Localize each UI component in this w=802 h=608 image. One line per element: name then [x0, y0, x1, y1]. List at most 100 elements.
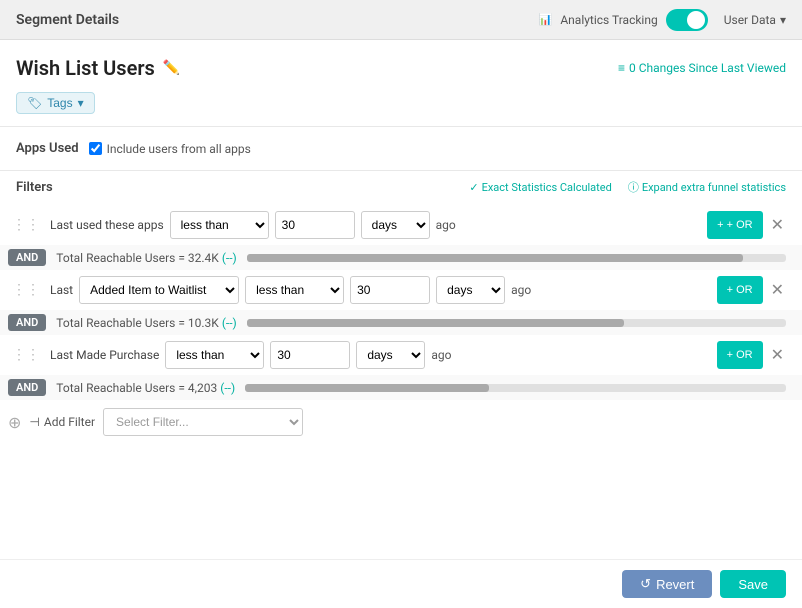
filter-2-condition-select[interactable]: less than greater than exactly — [245, 276, 344, 304]
tags-button[interactable]: 🏷 Tags ▾ — [16, 92, 95, 114]
tags-chevron-icon: ▾ — [78, 96, 84, 110]
progress-bar-3 — [245, 384, 488, 392]
title-left: Wish List Users ✏️ — [16, 56, 180, 80]
filter-3-unit-select[interactable]: days hours weeks — [356, 341, 425, 369]
filter-2-label: Last — [50, 283, 73, 297]
filter-1-unit-select[interactable]: days hours weeks — [361, 211, 430, 239]
toggle-knob — [687, 11, 705, 29]
filter-2-value-input[interactable] — [350, 276, 430, 304]
changes-text: 0 Changes Since Last Viewed — [629, 61, 786, 75]
and-badge-2: AND — [8, 314, 46, 331]
reachable-1-text: Total Reachable Users = 32.4K (--) — [56, 251, 236, 265]
filter-3-suffix: ago — [431, 348, 451, 362]
check-icon: ✓ — [469, 181, 478, 194]
revert-label: Revert — [656, 577, 694, 592]
filter-2-or-button[interactable]: + OR — [717, 276, 763, 304]
reachable-1-link[interactable]: (--) — [222, 251, 237, 265]
reachable-2-link[interactable]: (--) — [222, 316, 237, 330]
and-badge-1: AND — [8, 249, 46, 266]
changes-icon: ≡ — [618, 61, 625, 75]
filter-3-or-button[interactable]: + OR — [717, 341, 763, 369]
analytics-label: Analytics Tracking — [560, 13, 657, 27]
tag-icon: 🏷 — [27, 96, 42, 110]
apps-used-label: Apps Used — [16, 141, 79, 156]
toggle-label: ON — [671, 13, 686, 26]
segment-details-title: Segment Details — [16, 12, 119, 28]
progress-bar-2 — [247, 319, 624, 327]
exact-stats-text: Exact Statistics Calculated — [482, 181, 612, 194]
reachable-2-text: Total Reachable Users = 10.3K (--) — [56, 316, 236, 330]
drag-handle-2[interactable]: ⋮⋮ — [8, 282, 44, 298]
filter-3-value-input[interactable] — [270, 341, 350, 369]
funnel-icon: ⊣ — [29, 415, 39, 429]
info-icon: ⓘ — [628, 179, 639, 195]
or-label-3: OR — [736, 349, 753, 361]
add-filter-row: ⊕ ⊣ Add Filter Select Filter... — [0, 400, 802, 444]
and-row-3: AND Total Reachable Users = 4,203 (--) — [0, 375, 802, 400]
filter-1-label: Last used these apps — [50, 218, 164, 232]
reachable-3-text: Total Reachable Users = 4,203 (--) — [56, 381, 235, 395]
and-badge-3: AND — [8, 379, 46, 396]
save-label: Save — [738, 577, 768, 592]
title-row: Wish List Users ✏️ ≡ 0 Changes Since Las… — [0, 40, 802, 88]
drag-handle-1[interactable]: ⋮⋮ — [8, 217, 44, 233]
filter-1-remove-button[interactable]: ✕ — [769, 215, 786, 235]
progress-bar-1 — [247, 254, 743, 262]
user-data-button[interactable]: User Data ▾ — [724, 13, 786, 27]
analytics-toggle[interactable]: ON — [666, 9, 708, 31]
bottom-bar: ↺ Revert Save — [0, 559, 802, 608]
filter-2-suffix: ago — [511, 283, 531, 297]
save-button[interactable]: Save — [720, 570, 786, 598]
add-filter-text: Add Filter — [44, 415, 95, 429]
and-row-1: AND Total Reachable Users = 32.4K (--) — [0, 245, 802, 270]
filter-2-unit-select[interactable]: days hours weeks — [436, 276, 505, 304]
filters-header: Filters ✓ Exact Statistics Calculated ⓘ … — [0, 171, 802, 205]
reachable-3-link[interactable]: (--) — [220, 381, 235, 395]
edit-icon[interactable]: ✏️ — [163, 60, 180, 76]
plus-icon: + — [717, 219, 723, 231]
filter-1-or-button[interactable]: + + OR — [707, 211, 762, 239]
drag-handle-3[interactable]: ⋮⋮ — [8, 347, 44, 363]
add-filter-select[interactable]: Select Filter... — [103, 408, 303, 436]
filter-2-event-select[interactable]: Added Item to Waitlist Made Purchase Vie… — [79, 276, 239, 304]
filter-3-label: Last Made Purchase — [50, 348, 159, 362]
filter-row-3: ⋮⋮ Last Made Purchase less than greater … — [0, 335, 802, 375]
plus-icon-2: + — [727, 284, 733, 296]
add-filter-label: ⊣ Add Filter — [29, 415, 95, 429]
include-all-apps-checkbox[interactable] — [89, 142, 102, 155]
filter-row-2: ⋮⋮ Last Added Item to Waitlist Made Purc… — [0, 270, 802, 310]
changes-link[interactable]: ≡ 0 Changes Since Last Viewed — [618, 61, 786, 75]
include-all-apps-label[interactable]: Include users from all apps — [89, 142, 251, 156]
top-bar: Segment Details 📊 Analytics Tracking ON … — [0, 0, 802, 40]
page-title: Wish List Users — [16, 56, 155, 80]
include-all-apps-text: Include users from all apps — [107, 142, 251, 156]
filter-1-condition-select[interactable]: less than greater than exactly — [170, 211, 269, 239]
tags-label: Tags — [47, 96, 72, 110]
progress-bar-3-container — [245, 384, 786, 392]
user-data-label: User Data — [724, 13, 776, 27]
progress-bar-2-container — [247, 319, 786, 327]
expand-stats-button[interactable]: ⓘ Expand extra funnel statistics — [628, 179, 786, 195]
and-row-2: AND Total Reachable Users = 10.3K (--) — [0, 310, 802, 335]
filters-title: Filters — [16, 180, 53, 195]
filter-3-condition-select[interactable]: less than greater than exactly — [165, 341, 264, 369]
plus-icon-3: + — [727, 349, 733, 361]
filter-row-1: ⋮⋮ Last used these apps less than greate… — [0, 205, 802, 245]
apps-used-row: Apps Used Include users from all apps — [0, 127, 802, 170]
or-label: + OR — [727, 219, 753, 231]
filter-1-suffix: ago — [436, 218, 456, 232]
filters-stats: ✓ Exact Statistics Calculated ⓘ Expand e… — [469, 179, 786, 195]
revert-button[interactable]: ↺ Revert — [622, 570, 712, 598]
chevron-down-icon: ▾ — [780, 13, 786, 27]
filter-1-value-input[interactable] — [275, 211, 355, 239]
filter-3-remove-button[interactable]: ✕ — [769, 345, 786, 365]
progress-bar-1-container — [247, 254, 786, 262]
add-icon: ⊕ — [8, 413, 21, 432]
top-bar-actions: 📊 Analytics Tracking ON User Data ▾ — [539, 9, 786, 31]
filter-2-remove-button[interactable]: ✕ — [769, 280, 786, 300]
analytics-tracking-control: 📊 Analytics Tracking ON — [539, 9, 708, 31]
tags-row: 🏷 Tags ▾ — [0, 88, 802, 126]
exact-stats: ✓ Exact Statistics Calculated — [469, 181, 611, 194]
analytics-icon: 📊 — [539, 13, 553, 26]
main-content: Wish List Users ✏️ ≡ 0 Changes Since Las… — [0, 40, 802, 608]
